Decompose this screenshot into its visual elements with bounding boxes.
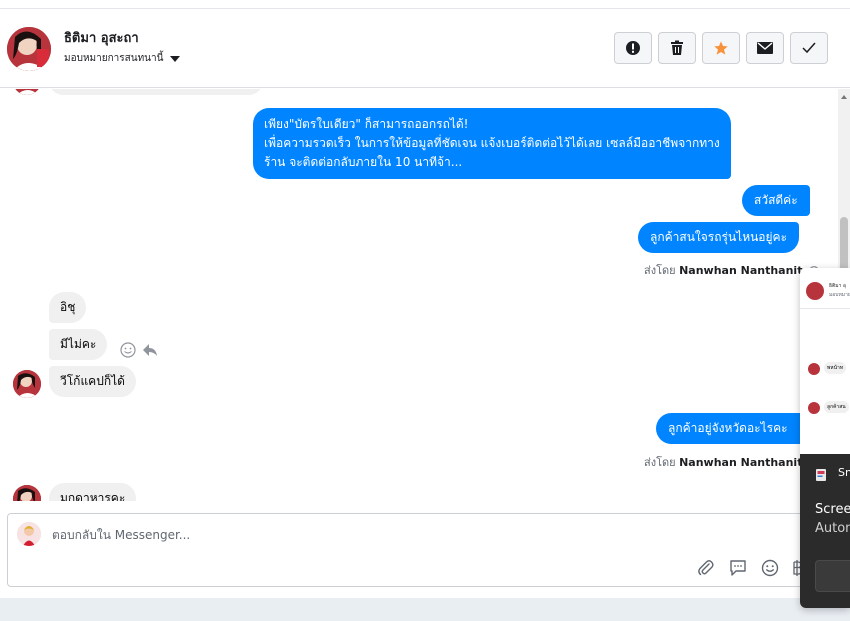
caret-down-icon	[170, 55, 181, 62]
page-footer-strip	[0, 598, 850, 621]
snipping-tool-icon	[816, 466, 826, 481]
header-actions	[614, 32, 828, 64]
outgoing-message-bubble: ลูกค้าสนใจรถรุ่นไหนอยู่คะ	[638, 222, 800, 253]
notification-body: Autom	[815, 521, 850, 536]
sender-name: Nanwhan Nanthanit	[679, 264, 803, 277]
trash-icon	[671, 40, 683, 55]
popup-message: พหน้าท	[824, 362, 847, 374]
message-text: เพื่อความรวดเร็ว ในการให้ข้อมูลที่ชัดเจน…	[264, 136, 720, 150]
smiley-icon	[761, 559, 779, 577]
chat-bubble-icon	[730, 560, 746, 576]
message-text: ร้าน จะติดต่อกลับภายใน 10 นาทีจ้า...	[264, 155, 463, 169]
popup-assign: มอบหมาย	[829, 292, 850, 298]
message-thread[interactable]: เพียง"บัตรใบเดียว" ก็สามารถออกรถได้! เพื…	[0, 89, 838, 501]
envelope-icon	[757, 42, 773, 54]
popup-message: ลูกค้าสน	[824, 401, 849, 413]
incoming-message-bubble: มีไม่คะ	[49, 329, 108, 360]
notification-title: Screen	[815, 502, 850, 517]
message-text: มีไม่คะ	[60, 337, 97, 351]
mark-unread-button[interactable]	[746, 32, 784, 64]
paperclip-icon	[698, 560, 714, 576]
snip-notification[interactable]: Sn Screen Autom	[800, 454, 850, 608]
delete-button[interactable]	[658, 32, 696, 64]
message-text: มุกดาหารคะ	[60, 491, 126, 501]
message-text: ลูกค้าอยู่จังหวัดอะไรคะ	[668, 421, 788, 435]
done-button[interactable]	[790, 32, 828, 64]
check-icon	[802, 42, 816, 54]
partial-message-bubble	[49, 89, 263, 95]
popup-contact-name: ธิติมา อุ	[829, 283, 846, 289]
top-border	[0, 0, 850, 9]
contact-avatar[interactable]	[7, 27, 51, 71]
sender-avatar	[13, 485, 41, 501]
assign-label: มอบหมายการสนทนานี้	[64, 53, 164, 64]
incoming-message-bubble: อิชุ	[49, 292, 87, 323]
reply-icon[interactable]	[142, 342, 158, 358]
message-actions	[120, 342, 158, 358]
smiley-icon[interactable]	[120, 342, 136, 358]
sender-name: Nanwhan Nanthanit	[679, 456, 803, 469]
outgoing-message-bubble: สวัสดีค่ะ	[742, 185, 810, 216]
sent-by-label: ส่งโดย Nanwhan Nanthanit ?	[644, 261, 819, 279]
contact-name: ธิติมา อุสะถา	[64, 31, 139, 46]
popup-avatar	[806, 282, 824, 300]
attach-button[interactable]	[696, 558, 716, 578]
conversation-header: ธิติมา อุสะถา มอบหมายการสนทนานี้	[0, 10, 850, 88]
notification-app-name: Sn	[838, 466, 850, 479]
incoming-message-bubble: มุกดาหารคะ	[49, 483, 137, 501]
outgoing-message-bubble: เพียง"บัตรใบเดียว" ก็สามารถออกรถได้! เพื…	[253, 108, 731, 179]
incoming-message-bubble: วีโก้แคปก็ได้	[49, 366, 136, 397]
popup-avatar	[808, 402, 820, 414]
sender-avatar	[13, 370, 41, 398]
exclamation-icon	[626, 41, 640, 55]
message-text: วีโก้แคปก็ได้	[60, 374, 125, 388]
composer-tools	[696, 558, 802, 578]
sender-avatar	[13, 89, 41, 95]
emoji-button[interactable]	[760, 558, 780, 578]
page-avatar	[17, 522, 41, 546]
reply-input[interactable]	[52, 528, 652, 542]
sent-by-label: ส่งโดย Nanwhan Nanthanit	[644, 453, 802, 471]
message-text: เพียง"บัตรใบเดียว" ก็สามารถออกรถได้!	[264, 117, 469, 131]
report-button[interactable]	[614, 32, 652, 64]
star-button[interactable]	[702, 32, 740, 64]
notification-action-button[interactable]	[815, 560, 850, 592]
popup-divider	[800, 308, 850, 309]
reply-composer	[7, 513, 837, 587]
star-icon	[714, 41, 728, 55]
message-text: สวัสดีค่ะ	[754, 193, 798, 207]
message-text: อิชุ	[60, 300, 76, 314]
popup-avatar	[808, 363, 820, 375]
assign-conversation-dropdown[interactable]: มอบหมายการสนทนานี้	[64, 51, 181, 66]
message-text: ลูกค้าสนใจรถรุ่นไหนอยู่คะ	[650, 230, 788, 244]
sent-by-prefix: ส่งโดย	[644, 264, 676, 277]
sent-by-prefix: ส่งโดย	[644, 456, 676, 469]
notification-popup[interactable]: ธิติมา อุ มอบหมาย พหน้าท ลูกค้าสน Sn Scr…	[800, 268, 850, 608]
saved-replies-button[interactable]	[728, 558, 748, 578]
scroll-up-arrow-icon[interactable]	[841, 95, 847, 99]
